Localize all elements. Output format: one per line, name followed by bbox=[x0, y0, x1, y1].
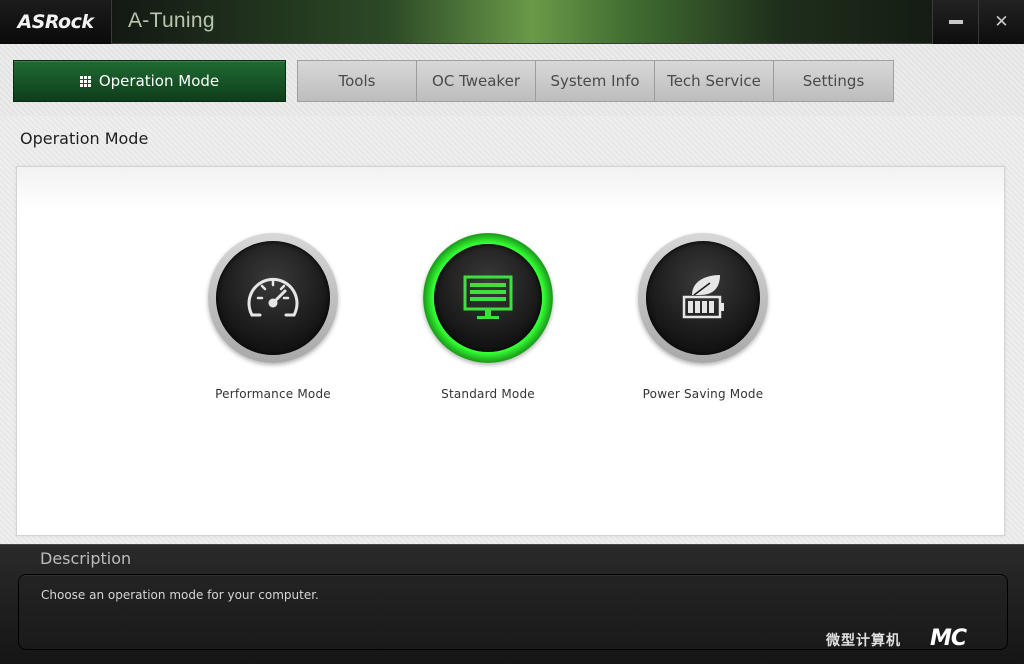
monitor-icon bbox=[463, 275, 513, 319]
power-saving-mode-core bbox=[646, 241, 760, 355]
operation-mode-section: Operation Mode Performance Mode Standard… bbox=[0, 116, 1024, 544]
tab-row: Operation Mode Tools OC Tweaker System I… bbox=[0, 44, 1024, 116]
mode-panel: Performance Mode Standard Mode Power Sav… bbox=[16, 166, 1005, 536]
power-saving-mode-button[interactable]: Power Saving Mode bbox=[623, 233, 783, 401]
standard-mode-ring bbox=[423, 233, 553, 363]
app-title: A-Tuning bbox=[128, 9, 215, 32]
close-icon: ✕ bbox=[994, 12, 1009, 32]
performance-mode-label: Performance Mode bbox=[215, 387, 331, 401]
standard-mode-label: Standard Mode bbox=[441, 387, 535, 401]
tab-list: Tools OC Tweaker System Info Tech Servic… bbox=[297, 60, 894, 102]
tab-operation-mode-label: Operation Mode bbox=[98, 72, 220, 90]
performance-mode-ring bbox=[208, 233, 338, 363]
standard-mode-button[interactable]: Standard Mode bbox=[408, 233, 568, 401]
tab-tech-service[interactable]: Tech Service bbox=[655, 61, 774, 101]
section-title: Operation Mode bbox=[20, 129, 149, 148]
tab-tools[interactable]: Tools bbox=[298, 61, 417, 101]
minimize-icon bbox=[948, 20, 963, 24]
title-bar: ASRock A-Tuning ✕ bbox=[0, 0, 1024, 44]
minimize-button[interactable] bbox=[932, 0, 978, 44]
close-button[interactable]: ✕ bbox=[978, 0, 1024, 44]
tab-system-info[interactable]: System Info bbox=[536, 61, 655, 101]
performance-mode-core bbox=[216, 241, 330, 355]
power-saving-mode-ring bbox=[638, 233, 768, 363]
description-text: Choose an operation mode for your comput… bbox=[41, 588, 319, 602]
speedometer-icon bbox=[247, 277, 299, 317]
standard-mode-core bbox=[434, 244, 542, 352]
watermark-text: 微型计算机 bbox=[826, 633, 901, 649]
power-saving-mode-label: Power Saving Mode bbox=[642, 387, 764, 401]
asrock-logo: ASRock bbox=[17, 11, 94, 33]
tab-settings[interactable]: Settings bbox=[774, 61, 893, 101]
performance-mode-button[interactable]: Performance Mode bbox=[193, 233, 353, 401]
leaf-battery-icon bbox=[682, 275, 724, 319]
logo-box: ASRock bbox=[0, 0, 112, 44]
tab-oc-tweaker[interactable]: OC Tweaker bbox=[417, 61, 536, 101]
description-title: Description bbox=[40, 549, 132, 568]
watermark-logo: MC bbox=[930, 626, 967, 651]
grid-icon bbox=[79, 75, 91, 87]
tab-operation-mode[interactable]: Operation Mode bbox=[13, 60, 286, 102]
